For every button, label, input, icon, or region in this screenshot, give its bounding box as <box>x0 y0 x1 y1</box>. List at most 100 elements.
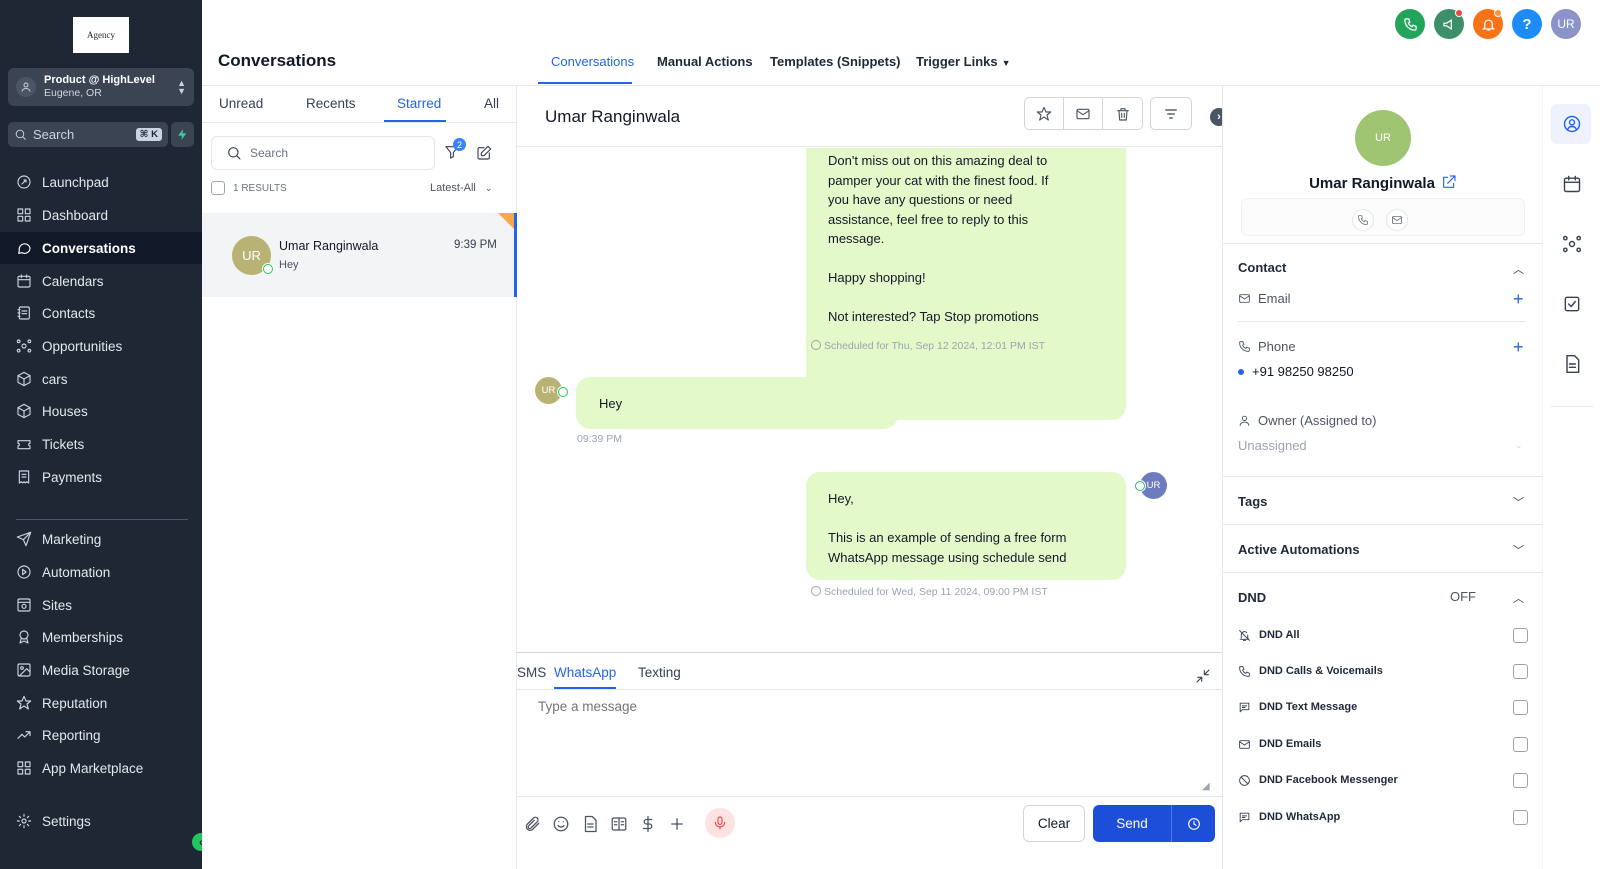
sidebar-item-settings[interactable]: Settings <box>0 805 202 837</box>
channel-tab-whatsapp[interactable]: WhatsApp <box>554 665 616 680</box>
sidebar-search[interactable]: Search ⌘ K <box>8 122 168 147</box>
opportunities-icon[interactable] <box>1543 234 1600 254</box>
phone-button[interactable] <box>1395 9 1425 39</box>
snippet-icon[interactable] <box>610 815 628 833</box>
notes-icon[interactable] <box>1543 354 1600 374</box>
help-button[interactable]: ? <box>1512 9 1542 39</box>
emoji-icon[interactable] <box>552 815 570 833</box>
owner-select[interactable]: Unassigned <box>1238 438 1307 453</box>
clear-button[interactable]: Clear <box>1023 805 1085 842</box>
dnd-checkbox[interactable] <box>1513 627 1528 643</box>
filter-tab-recents[interactable]: Recents <box>306 96 356 111</box>
conversation-list-item[interactable]: UR Umar Ranginwala Hey 9:39 PM <box>202 213 517 297</box>
quick-action-bolt-icon[interactable] <box>171 122 194 147</box>
sidebar-item-media-storage[interactable]: Media Storage <box>0 654 202 686</box>
contact-icon[interactable] <box>1543 114 1600 134</box>
conversation-search-input[interactable]: Search <box>211 136 435 170</box>
collapse-composer-icon[interactable] <box>1195 668 1211 684</box>
task-icon[interactable] <box>1543 294 1600 314</box>
dnd-label: DND Text Message <box>1259 701 1358 713</box>
sidebar-item-contacts[interactable]: Contacts <box>0 297 202 329</box>
attachment-icon[interactable] <box>523 815 541 833</box>
scheduled-label: Scheduled for Thu, Sep 12 2024, 12:01 PM… <box>824 340 1046 352</box>
user-avatar-button[interactable]: UR <box>1551 9 1581 39</box>
agency-logo[interactable]: Agency <box>73 17 129 53</box>
add-phone-plus-icon[interactable]: + <box>1513 338 1524 356</box>
message-input[interactable] <box>538 699 1188 714</box>
call-button[interactable] <box>1352 209 1374 231</box>
mail-icon <box>1392 216 1402 224</box>
email-button[interactable] <box>1386 209 1408 231</box>
tab-templates-snippets[interactable]: Templates (Snippets) <box>770 54 901 69</box>
tags-section-title[interactable]: Tags <box>1238 494 1267 509</box>
select-all-checkbox[interactable] <box>211 181 225 195</box>
plus-icon[interactable] <box>668 815 686 833</box>
sidebar-item-marketing[interactable]: Marketing <box>0 523 202 555</box>
dnd-calls-row[interactable]: DND Calls & Voicemails <box>1238 661 1528 681</box>
microphone-icon[interactable] <box>705 808 735 838</box>
sidebar-item-memberships[interactable]: Memberships <box>0 621 202 653</box>
phone-value[interactable]: +91 98250 98250 <box>1238 364 1354 379</box>
tab-manual-actions[interactable]: Manual Actions <box>657 54 753 69</box>
schedule-clock-icon[interactable] <box>1172 816 1215 832</box>
chevron-down-icon[interactable]: ﹀ <box>1513 542 1524 558</box>
dnd-facebook-row[interactable]: DND Facebook Messenger <box>1238 770 1528 790</box>
filter-tab-unread[interactable]: Unread <box>219 96 263 111</box>
star-button[interactable] <box>1025 98 1064 129</box>
top-header: Conversations Conversations Manual Actio… <box>202 0 1600 86</box>
template-icon[interactable] <box>581 815 599 833</box>
dnd-text-row[interactable]: DND Text Message <box>1238 697 1528 717</box>
channel-tab-texting[interactable]: Texting <box>638 665 681 680</box>
filter-tab-all[interactable]: All <box>484 96 499 111</box>
send-button[interactable]: Send <box>1093 805 1215 842</box>
delete-button[interactable] <box>1103 98 1142 129</box>
mark-unread-button[interactable] <box>1064 98 1103 129</box>
notifications-button[interactable] <box>1473 9 1503 39</box>
account-switcher[interactable]: Product @ HighLevel Eugene, OR ▲ ▼ <box>8 68 194 106</box>
dnd-checkbox[interactable] <box>1513 809 1528 825</box>
sidebar-item-launchpad[interactable]: Launchpad <box>0 166 202 198</box>
sidebar-divider <box>16 519 188 520</box>
sidebar-item-conversations[interactable]: Conversations <box>0 232 202 264</box>
tab-trigger-links[interactable]: Trigger Links ▼ <box>916 54 1011 69</box>
sidebar-item-houses[interactable]: Houses <box>0 395 202 427</box>
sidebar-item-app-marketplace[interactable]: App Marketplace <box>0 752 202 784</box>
compose-icon[interactable] <box>476 145 492 161</box>
sidebar-item-automation[interactable]: Automation <box>0 556 202 588</box>
dnd-whatsapp-row[interactable]: DND WhatsApp <box>1238 807 1528 827</box>
dnd-checkbox[interactable] <box>1513 736 1528 752</box>
add-email-plus-icon[interactable]: + <box>1513 290 1524 308</box>
chevron-down-icon[interactable]: ﹀ <box>1513 494 1524 510</box>
sidebar-item-tickets[interactable]: Tickets <box>0 428 202 460</box>
chat-filter-button[interactable] <box>1150 97 1192 130</box>
tab-conversations[interactable]: Conversations <box>551 54 634 69</box>
chevron-up-icon[interactable]: ︿ <box>1513 590 1524 606</box>
channel-tab-sms[interactable]: SMS <box>517 665 546 680</box>
sidebar-item-payments[interactable]: Payments <box>0 461 202 493</box>
automations-section-title[interactable]: Active Automations <box>1238 542 1360 557</box>
resize-handle-icon[interactable]: ◢ <box>1202 781 1210 792</box>
sidebar-item-sites[interactable]: Sites <box>0 589 202 621</box>
announcements-button[interactable] <box>1434 9 1464 39</box>
sidebar-item-opportunities[interactable]: Opportunities <box>0 330 202 362</box>
sidebar-item-cars[interactable]: cars <box>0 363 202 395</box>
payment-dollar-icon[interactable] <box>639 815 657 833</box>
dnd-checkbox[interactable] <box>1513 663 1528 679</box>
external-link-icon[interactable] <box>1441 174 1457 190</box>
channel-tabs-divider <box>517 689 1222 690</box>
sidebar-item-calendars[interactable]: Calendars <box>0 265 202 297</box>
sort-dropdown[interactable]: Latest-All ⌄ <box>430 182 492 194</box>
sidebar-item-reputation[interactable]: Reputation <box>0 687 202 719</box>
chevron-up-icon[interactable]: ︿ <box>1513 261 1524 277</box>
trash-icon <box>1116 107 1129 121</box>
calendar-icon[interactable] <box>1543 174 1600 194</box>
filter-tab-starred[interactable]: Starred <box>397 96 441 111</box>
dnd-emails-row[interactable]: DND Emails <box>1238 734 1528 754</box>
dnd-section-title[interactable]: DND <box>1238 590 1266 605</box>
contact-section-title[interactable]: Contact <box>1238 260 1286 275</box>
dnd-checkbox[interactable] <box>1513 772 1528 788</box>
dnd-checkbox[interactable] <box>1513 699 1528 715</box>
sidebar-item-dashboard[interactable]: Dashboard <box>0 199 202 231</box>
sidebar-item-reporting[interactable]: Reporting <box>0 719 202 751</box>
dnd-all-row[interactable]: DND All <box>1238 625 1528 645</box>
